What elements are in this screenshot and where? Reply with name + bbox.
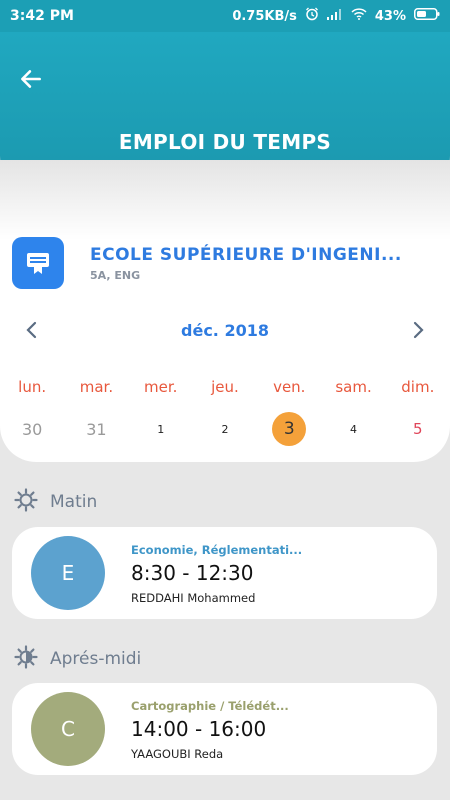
battery-icon: [414, 8, 440, 24]
day-name: jeu.: [211, 378, 239, 396]
class-time: 14:00 - 16:00: [131, 717, 267, 741]
arrow-left-icon: [21, 70, 41, 88]
day-number-selected[interactable]: 3: [257, 412, 321, 446]
day-name: mar.: [79, 378, 114, 396]
certificate-icon: [12, 237, 64, 289]
class-subject: Cartographie / Télédét...: [131, 699, 289, 713]
status-indicators: 0.75KB/s 43%: [232, 7, 440, 25]
month-label: déc. 2018: [181, 320, 269, 340]
day-sunday: dim. 5: [386, 378, 450, 446]
class-teacher: YAAGOUBI Reda: [131, 747, 224, 761]
network-speed: 0.75KB/s: [232, 8, 297, 24]
afternoon-title: Aprés-midi: [50, 649, 142, 669]
day-number[interactable]: 1: [129, 412, 193, 446]
day-friday: ven. 3: [257, 378, 321, 446]
class-card-afternoon[interactable]: C Cartographie / Télédét... 14:00 - 16:0…: [12, 683, 437, 775]
day-number[interactable]: 31: [64, 412, 128, 446]
day-tuesday: mar. 31: [64, 378, 128, 446]
school-info: ECOLE SUPÉRIEURE D'INGENI... 5A, ENG: [90, 245, 402, 282]
school-class: 5A, ENG: [90, 268, 141, 282]
day-name: mer.: [144, 378, 178, 396]
day-name: ven.: [273, 378, 306, 396]
class-subject: Economie, Réglementati...: [131, 543, 303, 557]
avatar: C: [31, 692, 105, 766]
schedule-card: ECOLE SUPÉRIEURE D'INGENI... 5A, ENG déc…: [0, 160, 450, 462]
day-number[interactable]: 30: [0, 412, 64, 446]
day-number[interactable]: 2: [193, 412, 257, 446]
half-sun-icon: [14, 645, 38, 673]
status-time: 3:42 PM: [10, 8, 74, 24]
morning-section-header: Matin: [14, 488, 97, 516]
day-monday: lun. 30: [0, 378, 64, 446]
week-days: lun. 30 mar. 31 mer. 1 jeu. 2 ven. 3 sam…: [0, 378, 450, 446]
day-name: lun.: [18, 378, 47, 396]
prev-month-button[interactable]: [20, 318, 44, 342]
chevron-right-icon: [413, 321, 424, 339]
signal-icon: [326, 8, 343, 24]
class-teacher: REDDAHI Mohammed: [131, 591, 256, 605]
month-navigation: déc. 2018: [0, 314, 450, 346]
page-title: EMPLOI DU TEMPS: [118, 130, 332, 154]
day-wednesday: mer. 1: [129, 378, 193, 446]
sun-icon: [14, 488, 38, 516]
school-name: ECOLE SUPÉRIEURE D'INGENI...: [90, 244, 402, 265]
status-bar: 3:42 PM 0.75KB/s 43%: [0, 0, 450, 32]
battery-percent: 43%: [374, 8, 406, 24]
day-number[interactable]: 5: [386, 412, 450, 446]
chevron-left-icon: [26, 321, 37, 339]
class-time: 8:30 - 12:30: [131, 561, 254, 585]
wifi-icon: [351, 8, 367, 24]
school-selector[interactable]: ECOLE SUPÉRIEURE D'INGENI... 5A, ENG: [12, 236, 432, 290]
class-card-morning[interactable]: E Economie, Réglementati... 8:30 - 12:30…: [12, 527, 437, 619]
day-thursday: jeu. 2: [193, 378, 257, 446]
day-number[interactable]: 4: [322, 412, 386, 446]
afternoon-section-header: Aprés-midi: [14, 645, 141, 673]
day-saturday: sam. 4: [322, 378, 386, 446]
morning-title: Matin: [50, 492, 98, 512]
avatar: E: [31, 536, 105, 610]
alarm-icon: [305, 7, 319, 25]
day-name: dim.: [401, 378, 435, 396]
next-month-button[interactable]: [406, 318, 430, 342]
back-button[interactable]: [14, 62, 48, 96]
day-name: sam.: [335, 378, 372, 396]
